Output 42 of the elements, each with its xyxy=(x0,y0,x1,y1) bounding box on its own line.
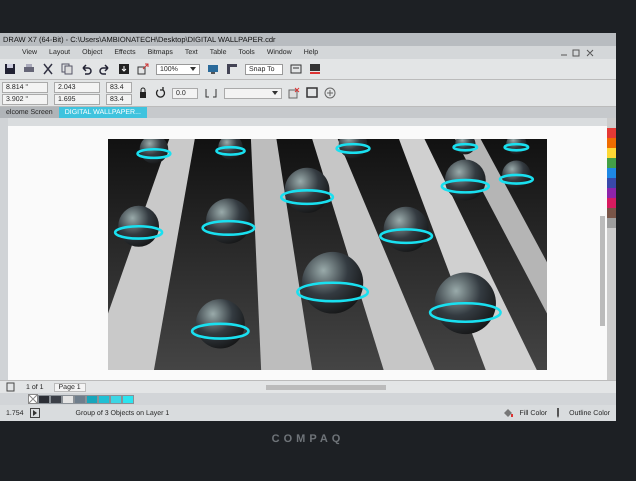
color-swatch[interactable] xyxy=(50,394,62,404)
copy-icon[interactable] xyxy=(61,63,73,75)
lock-icon[interactable] xyxy=(138,87,148,99)
options-icon[interactable] xyxy=(290,63,302,75)
color-swatch[interactable] xyxy=(38,394,50,404)
color-swatch[interactable] xyxy=(607,178,616,188)
color-swatch[interactable] xyxy=(86,394,98,404)
print-icon[interactable] xyxy=(23,63,35,75)
rotate-icon xyxy=(154,87,166,99)
color-swatch[interactable] xyxy=(607,218,616,228)
mirror-icon[interactable] xyxy=(204,87,218,99)
color-swatch[interactable] xyxy=(607,128,616,138)
color-swatch[interactable] xyxy=(98,394,110,404)
no-color-icon[interactable] xyxy=(28,394,38,404)
vertical-scrollbar[interactable] xyxy=(600,216,605,326)
play-icon[interactable] xyxy=(30,408,40,418)
color-swatch[interactable] xyxy=(607,138,616,148)
color-swatch[interactable] xyxy=(607,208,616,218)
screen-icon[interactable] xyxy=(207,63,219,75)
color-swatch[interactable] xyxy=(607,158,616,168)
undo-icon[interactable] xyxy=(80,63,92,75)
frame-icon[interactable] xyxy=(306,87,318,99)
color-swatch[interactable] xyxy=(74,394,86,404)
color-swatch[interactable] xyxy=(607,198,616,208)
import-icon[interactable] xyxy=(118,63,130,75)
color-swatch[interactable] xyxy=(607,168,616,178)
export-icon[interactable] xyxy=(137,63,149,75)
save-icon[interactable] xyxy=(4,63,16,75)
add-circle-icon[interactable] xyxy=(324,87,336,99)
laptop-brand-logo: COMPAQ xyxy=(270,433,346,445)
window-controls-icon[interactable] xyxy=(560,48,594,56)
color-swatch[interactable] xyxy=(607,148,616,158)
caret-icon xyxy=(190,67,196,71)
page-icon[interactable] xyxy=(6,382,16,392)
delete-icon[interactable] xyxy=(288,87,300,99)
horizontal-scrollbar[interactable] xyxy=(266,384,386,390)
color-swatch[interactable] xyxy=(607,188,616,198)
color-swatch[interactable] xyxy=(62,394,74,404)
caret-icon xyxy=(272,91,278,95)
color-swatch[interactable] xyxy=(110,394,122,404)
color-swatch[interactable] xyxy=(122,394,134,404)
redo-icon[interactable] xyxy=(99,63,111,75)
